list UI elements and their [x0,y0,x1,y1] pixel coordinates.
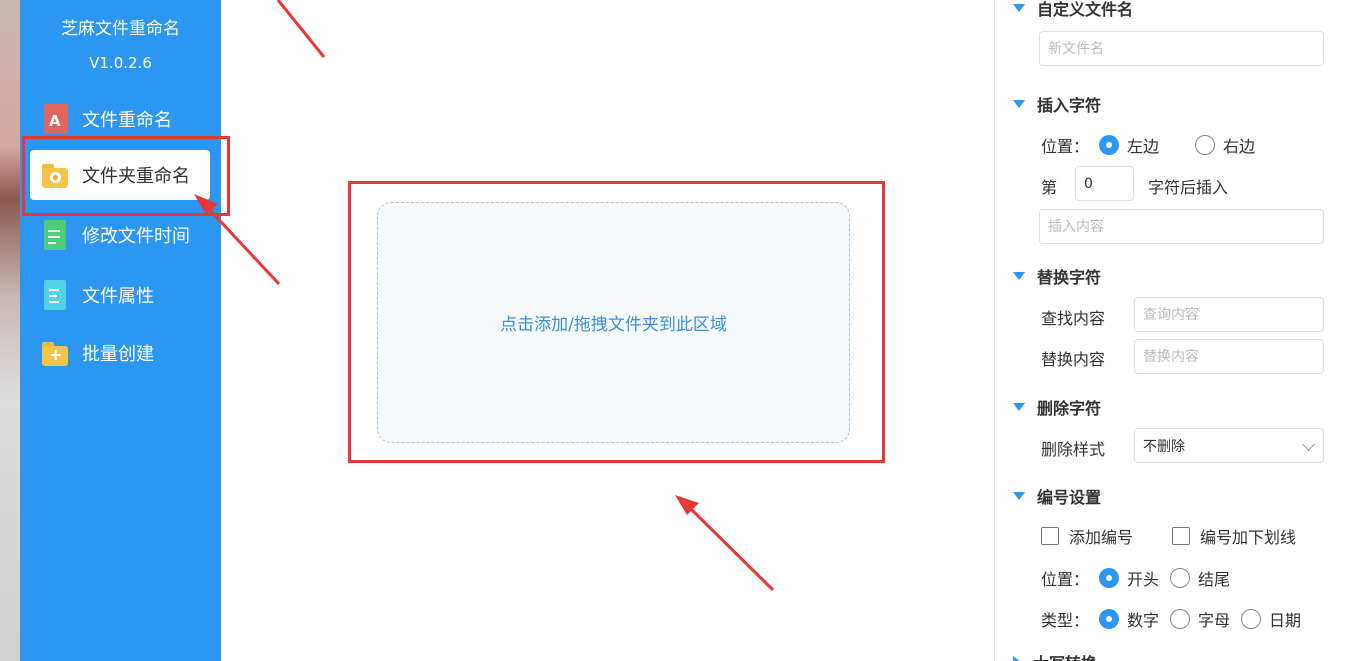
checkbox-label: 编号加下划线 [1200,528,1297,547]
section-numbering-title[interactable]: 编号设置 [1013,484,1101,508]
section-title-text: 插入字符 [1037,96,1102,115]
sidebar-item-modify-file-time[interactable]: 修改文件时间 [30,210,210,260]
radio-selected-icon [1099,609,1119,629]
file-rename-icon: A [40,104,70,134]
sidebar-item-label: 文件重命名 [82,110,172,131]
expand-triangle-icon [1013,656,1021,661]
section-title-text: 删除字符 [1037,399,1102,418]
folder-rename-icon [40,160,70,190]
new-name-field[interactable] [1039,31,1324,66]
annotation-arrow-top [276,0,326,58]
find-field[interactable] [1134,297,1324,332]
collapse-triangle-icon [1013,272,1025,280]
radio-label: 日期 [1269,611,1302,630]
section-replace-title[interactable]: 替换字符 [1013,264,1101,288]
sidebar-item-file-attribute[interactable]: 文件属性 [30,270,210,320]
chevron-down-icon [1302,438,1315,451]
number-underline-checkbox[interactable]: 编号加下划线 [1172,524,1296,548]
radio-label: 字母 [1198,611,1231,630]
collapse-triangle-icon [1013,100,1025,108]
radio-label: 数字 [1127,611,1160,630]
radio-label: 结尾 [1198,570,1231,589]
radio-label: 右边 [1223,137,1256,156]
folder-drop-zone[interactable]: 点击添加/拖拽文件夹到此区域 [377,202,850,443]
radio-label: 开头 [1127,570,1160,589]
sidebar-item-label: 修改文件时间 [82,226,190,247]
type-letter-radio[interactable]: 字母 [1170,607,1230,631]
section-title-text: 编号设置 [1037,488,1102,507]
collapse-triangle-icon [1013,403,1025,411]
section-title-text: 大写转换 [1033,650,1097,661]
insert-index-input[interactable] [1084,175,1125,192]
file-time-icon [40,220,70,250]
insert-content-field[interactable] [1039,209,1324,244]
find-input[interactable] [1143,306,1315,323]
insert-left-radio[interactable]: 左边 [1099,133,1159,157]
section-delete-title[interactable]: 删除字符 [1013,395,1101,419]
annotation-arrow-drop-zone [675,495,775,592]
file-attribute-icon [40,280,70,310]
drop-zone-hint: 点击添加/拖拽文件夹到此区域 [500,315,727,335]
add-number-checkbox[interactable]: 添加编号 [1041,524,1133,548]
section-title-text: 替换字符 [1037,268,1102,287]
sidebar-item-folder-rename[interactable]: 文件夹重命名 [30,150,210,200]
radio-selected-icon [1099,135,1119,155]
insert-index-field[interactable] [1075,166,1134,201]
checkbox-label: 添加编号 [1069,528,1134,547]
replace-input[interactable] [1143,348,1315,365]
number-end-radio[interactable]: 结尾 [1170,566,1230,590]
delete-style-label: 删除样式 [1041,440,1106,459]
radio-empty-icon [1170,609,1190,629]
sidebar-item-file-rename[interactable]: A 文件重命名 [30,94,210,144]
radio-empty-icon [1195,135,1215,155]
insert-position-label: 位置： [1041,137,1090,156]
app-window: 芝麻文件重命名 V1.0.2.6 A 文件重命名 文件夹重命名 修改文件时间 文… [0,0,1353,661]
batch-create-icon: + [40,338,70,368]
section-insert-title[interactable]: 插入字符 [1013,92,1101,116]
checkbox-icon [1041,527,1059,545]
app-title: 芝麻文件重命名 [61,19,180,39]
radio-empty-icon [1170,568,1190,588]
radio-selected-icon [1099,568,1119,588]
insert-content-input[interactable] [1048,218,1315,235]
replace-label: 替换内容 [1041,350,1106,369]
desktop-background-strip [0,0,20,661]
sidebar-item-label: 文件夹重命名 [82,166,190,187]
delete-style-value: 不删除 [1143,438,1185,455]
section-case-title[interactable]: 大写转换 [1013,650,1097,661]
number-position-label: 位置： [1041,570,1090,589]
sidebar-item-label: 文件属性 [82,286,154,307]
type-digit-radio[interactable]: 数字 [1099,607,1159,631]
number-start-radio[interactable]: 开头 [1099,566,1159,590]
collapse-triangle-icon [1013,4,1025,12]
new-name-input[interactable] [1048,40,1315,57]
insert-nth-prefix: 第 [1041,178,1058,197]
type-date-radio[interactable]: 日期 [1241,607,1301,631]
delete-style-select[interactable]: 不删除 [1134,428,1324,463]
sidebar-item-label: 批量创建 [82,344,154,365]
collapse-triangle-icon [1013,492,1025,500]
radio-label: 左边 [1127,137,1160,156]
find-label: 查找内容 [1041,309,1106,328]
insert-nth-suffix: 字符后插入 [1148,178,1229,197]
sidebar: 芝麻文件重命名 V1.0.2.6 A 文件重命名 文件夹重命名 修改文件时间 文… [20,0,221,661]
radio-empty-icon [1241,609,1261,629]
checkbox-icon [1172,527,1190,545]
insert-right-radio[interactable]: 右边 [1195,133,1255,157]
sidebar-item-batch-create[interactable]: + 批量创建 [30,328,210,378]
number-type-label: 类型： [1041,611,1090,630]
app-version: V1.0.2.6 [89,54,152,72]
section-custom-name-title[interactable]: 自定义文件名 [1013,0,1133,20]
section-title-text: 自定义文件名 [1037,0,1134,19]
settings-panel: 自定义文件名 插入字符 位置： 左边 右边 第 字符后插入 替换字符 [994,0,1353,661]
replace-field[interactable] [1134,339,1324,374]
